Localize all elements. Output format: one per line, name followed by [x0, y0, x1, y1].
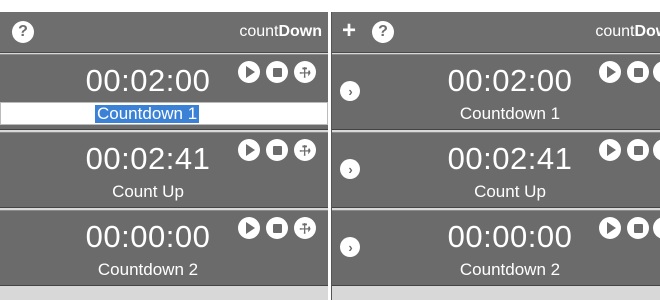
stop-icon[interactable]: [627, 217, 649, 239]
timer-label[interactable]: Countdown 2: [0, 260, 296, 280]
stop-icon[interactable]: [627, 139, 649, 161]
play-icon[interactable]: [238, 139, 260, 161]
timer-label[interactable]: Countdown 1: [362, 104, 658, 124]
timer-row: 00:02:41 ⚒ Count Up: [0, 132, 328, 208]
wrench-icon[interactable]: ⚒: [294, 61, 316, 83]
play-icon[interactable]: [599, 61, 621, 83]
play-icon[interactable]: [238, 61, 260, 83]
app-title-bold: Down: [278, 23, 322, 40]
help-icon[interactable]: ?: [12, 21, 34, 43]
app-title: countDown: [239, 23, 322, 41]
app-title-prefix: count: [595, 23, 635, 40]
timer-row: › 00:02:41 Count Up: [332, 132, 660, 208]
chevron-right-icon[interactable]: ›: [340, 81, 360, 101]
timer-panel-right: + ? countDown › 00:02:00 Countdown 1 › 0…: [331, 12, 660, 300]
timer-row: 00:00:00 ⚒ Countdown 2: [0, 210, 328, 286]
stop-icon[interactable]: [627, 61, 649, 83]
chevron-right-icon[interactable]: ›: [340, 159, 360, 179]
play-icon[interactable]: [599, 139, 621, 161]
app-title: countDown: [595, 23, 660, 41]
plus-icon[interactable]: +: [342, 19, 356, 43]
app-header: ? countDown: [0, 12, 328, 53]
play-icon[interactable]: [238, 217, 260, 239]
timer-row: › 00:02:00 Countdown 1: [332, 54, 660, 130]
app-title-bold: Down: [634, 23, 660, 40]
help-icon[interactable]: ?: [372, 21, 394, 43]
stop-icon[interactable]: [266, 61, 288, 83]
stop-icon[interactable]: [266, 139, 288, 161]
stop-icon[interactable]: [266, 217, 288, 239]
wrench-icon[interactable]: ⚒: [294, 217, 316, 239]
selected-label-text: Countdown 1: [95, 104, 200, 123]
timer-label[interactable]: Count Up: [362, 182, 658, 202]
play-icon[interactable]: [599, 217, 621, 239]
wrench-icon[interactable]: ⚒: [294, 139, 316, 161]
timer-label-input[interactable]: Countdown 1: [0, 102, 328, 125]
chevron-right-icon[interactable]: ›: [340, 237, 360, 257]
timer-label[interactable]: Countdown 2: [362, 260, 658, 280]
timer-row: › 00:00:00 Countdown 2: [332, 210, 660, 286]
timer-row: 00:02:00 ⚒ Countdown 1: [0, 54, 328, 130]
app-header: + ? countDown: [332, 12, 660, 53]
timer-label[interactable]: Count Up: [0, 182, 296, 202]
timer-panel-left: ? countDown 00:02:00 ⚒ Countdown 1 00:02…: [0, 12, 328, 300]
app-title-prefix: count: [239, 23, 279, 40]
